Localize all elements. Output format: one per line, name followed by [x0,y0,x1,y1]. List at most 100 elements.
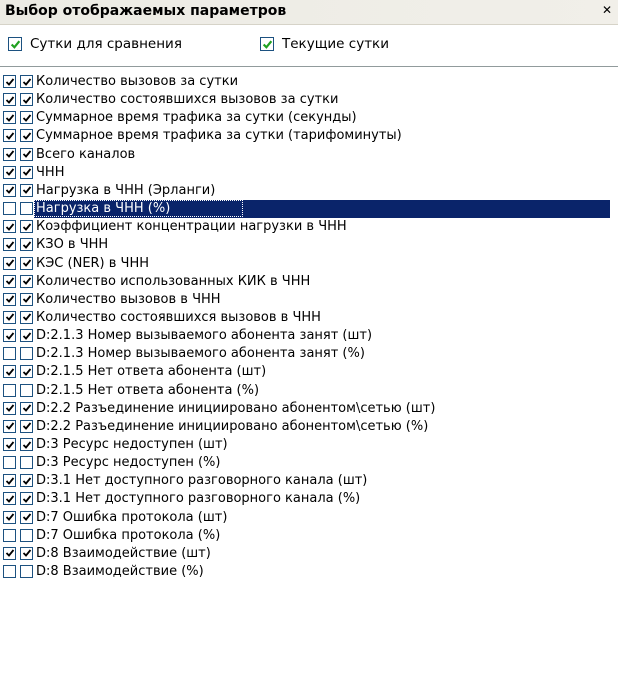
current-day-row-checkbox[interactable] [20,383,33,397]
current-day-row-checkbox[interactable] [20,111,33,125]
current-day-row-checkbox[interactable] [20,492,33,506]
current-day-row-checkbox[interactable] [20,202,33,216]
compare-day-row-checkbox[interactable] [3,546,16,560]
parameter-row[interactable]: D:3 Ресурс недоступен (шт) [0,436,618,454]
parameter-label: D:3 Ресурс недоступен (%) [36,455,221,471]
parameter-label: Нагрузка в ЧНН (Эрланги) [36,182,216,198]
parameter-row[interactable]: Коэффициент концентрации нагрузки в ЧНН [0,218,618,236]
compare-day-checkbox[interactable] [8,37,22,51]
compare-day-row-checkbox[interactable] [3,238,16,252]
compare-day-row-checkbox[interactable] [3,274,16,288]
parameter-row[interactable]: D:8 Взаимодействие (%) [0,563,618,581]
compare-day-row-checkbox[interactable] [3,310,16,324]
parameter-row[interactable]: Нагрузка в ЧНН (%) [0,200,618,219]
current-day-row-checkbox[interactable] [20,456,33,470]
compare-day-row-checkbox[interactable] [3,365,16,379]
current-day-row-checkbox[interactable] [20,147,33,161]
current-day-row-checkbox[interactable] [20,310,33,324]
current-day-row-checkbox[interactable] [20,165,33,179]
parameter-row[interactable]: Суммарное время трафика за сутки (тарифо… [0,127,618,145]
parameter-row[interactable]: Количество состоявшихся вызовов в ЧНН [0,309,618,327]
parameter-row[interactable]: D:2.1.5 Нет ответа абонента (шт) [0,363,618,381]
check-icon [5,477,14,485]
compare-day-row-checkbox[interactable] [3,220,16,234]
current-day-row-checkbox[interactable] [20,220,33,234]
current-day-row-checkbox[interactable] [20,93,33,107]
compare-day-row-checkbox[interactable] [3,202,16,216]
current-day-row-checkbox[interactable] [20,256,33,270]
compare-day-row-checkbox[interactable] [3,256,16,270]
parameter-label: D:2.2 Разъединение инициировано абоненто… [36,418,429,434]
parameter-row[interactable]: D:2.2 Разъединение инициировано абоненто… [0,400,618,418]
current-day-row-checkbox[interactable] [20,528,33,542]
compare-day-row-checkbox[interactable] [3,383,16,397]
current-day-row-checkbox[interactable] [20,292,33,306]
compare-day-row-checkbox[interactable] [3,419,16,433]
current-day-row-checkbox[interactable] [20,419,33,433]
current-day-row-checkbox[interactable] [20,401,33,415]
current-day-row-checkbox[interactable] [20,438,33,451]
compare-day-row-checkbox[interactable] [3,438,16,451]
parameter-row[interactable]: Количество вызовов за сутки [0,73,618,91]
current-day-row-checkbox[interactable] [20,365,33,379]
compare-day-row-checkbox[interactable] [3,565,16,579]
check-icon [22,549,31,558]
parameter-row[interactable]: Количество использованных КИК в ЧНН [0,273,618,291]
parameter-list: Количество вызовов за сутки Количество со… [0,66,618,681]
current-day-row-checkbox[interactable] [20,183,33,197]
compare-day-row-checkbox[interactable] [3,75,16,88]
compare-day-row-checkbox[interactable] [3,347,16,361]
parameter-row[interactable]: D:8 Взаимодействие (шт) [0,545,618,563]
compare-day-row-checkbox[interactable] [3,528,16,542]
current-day-checkbox[interactable] [260,37,274,51]
parameter-row[interactable]: КЭС (NER) в ЧНН [0,255,618,273]
current-day-row-checkbox[interactable] [20,274,33,288]
current-day-row-checkbox[interactable] [20,238,33,252]
current-day-row-checkbox[interactable] [20,546,33,560]
parameter-row[interactable]: Количество состоявшихся вызовов за сутки [0,91,618,109]
compare-day-row-checkbox[interactable] [3,183,16,197]
close-button[interactable]: ✕ [600,4,614,18]
current-day-row-checkbox[interactable] [20,75,33,88]
compare-day-row-checkbox[interactable] [3,292,16,306]
compare-day-row-checkbox[interactable] [3,401,16,415]
current-day-row-checkbox[interactable] [20,474,33,488]
parameter-row[interactable]: D:3.1 Нет доступного разговорного канала… [0,490,618,508]
compare-day-row-checkbox[interactable] [3,510,16,524]
parameter-row[interactable]: ЧНН [0,164,618,182]
parameter-row[interactable]: D:2.1.3 Номер вызываемого абонента занят… [0,327,618,345]
parameter-row[interactable]: Нагрузка в ЧНН (Эрланги) [0,182,618,200]
current-day-row-checkbox[interactable] [20,510,33,524]
compare-day-row-checkbox[interactable] [3,147,16,161]
current-day-row-checkbox[interactable] [20,329,33,343]
parameter-label: D:8 Взаимодействие (шт) [36,545,211,561]
parameter-row[interactable]: Количество вызовов в ЧНН [0,291,618,309]
parameter-row[interactable]: D:2.1.3 Номер вызываемого абонента занят… [0,345,618,363]
parameter-row[interactable]: D:2.2 Разъединение инициировано абоненто… [0,418,618,436]
compare-day-option[interactable]: Сутки для сравнения [8,34,182,54]
compare-day-row-checkbox[interactable] [3,456,16,470]
title-bar: Выбор отображаемых параметров ✕ [0,0,618,25]
compare-day-row-checkbox[interactable] [3,129,16,143]
compare-day-row-checkbox[interactable] [3,492,16,506]
current-day-row-checkbox[interactable] [20,129,33,143]
compare-day-row-checkbox[interactable] [3,93,16,107]
check-icon [22,132,31,140]
current-day-row-checkbox[interactable] [20,565,33,579]
parameter-row[interactable]: D:3 Ресурс недоступен (%) [0,454,618,472]
check-icon [5,295,14,304]
parameter-row[interactable]: D:3.1 Нет доступного разговорного канала… [0,472,618,490]
parameter-row[interactable]: Всего каналов [0,146,618,164]
parameter-row[interactable]: D:7 Ошибка протокола (шт) [0,509,618,527]
compare-day-row-checkbox[interactable] [3,474,16,488]
current-day-row-checkbox[interactable] [20,347,33,361]
parameter-row[interactable]: D:7 Ошибка протокола (%) [0,527,618,545]
compare-day-row-checkbox[interactable] [3,329,16,343]
check-icon [5,332,14,340]
compare-day-row-checkbox[interactable] [3,111,16,125]
parameter-row[interactable]: Суммарное время трафика за сутки (секунд… [0,109,618,127]
current-day-option[interactable]: Текущие сутки [260,34,389,54]
parameter-row[interactable]: КЗО в ЧНН [0,236,618,254]
compare-day-row-checkbox[interactable] [3,165,16,179]
parameter-row[interactable]: D:2.1.5 Нет ответа абонента (%) [0,382,618,400]
